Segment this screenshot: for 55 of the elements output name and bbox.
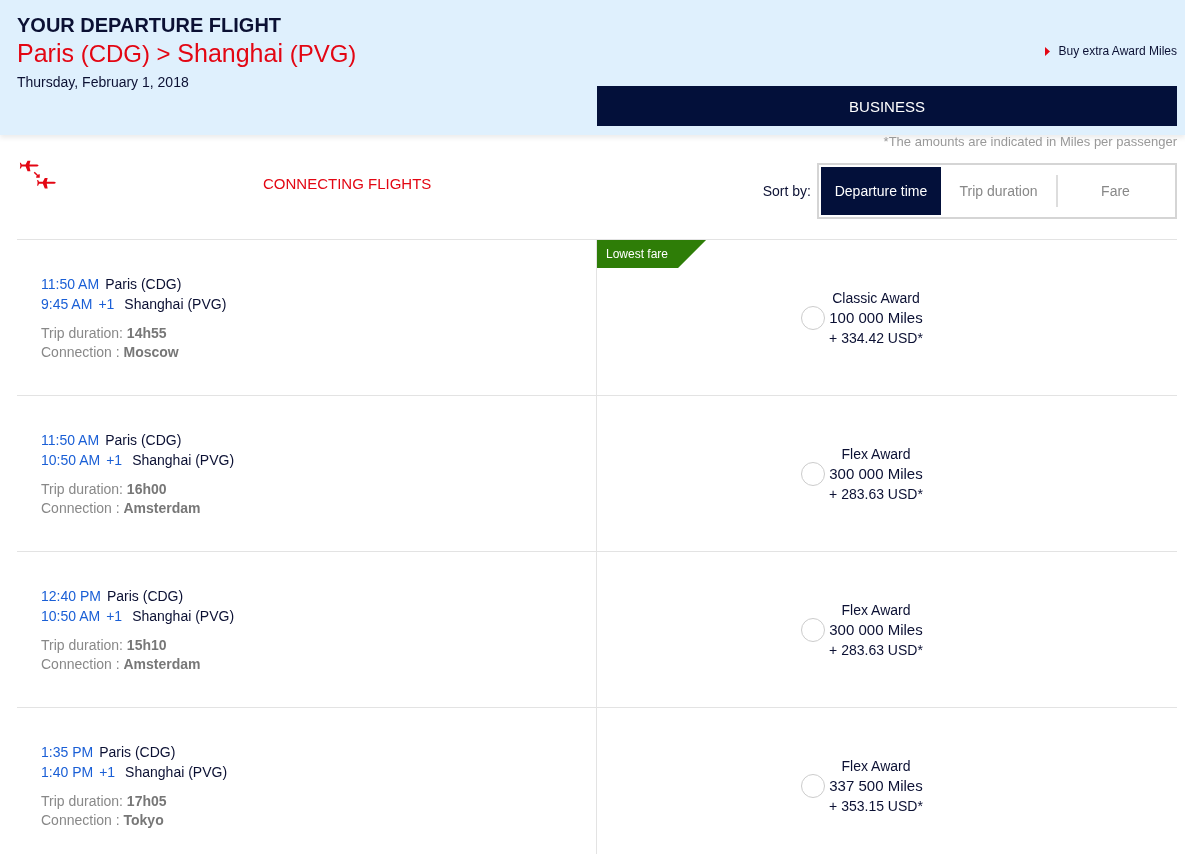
sort-tab[interactable]: Departure time [821,167,941,215]
departure-time: 12:40 PM [41,587,101,606]
fare-surcharge: + 283.63 USD* [829,640,923,660]
day-offset: +1 [106,451,123,470]
day-offset: +1 [106,607,123,626]
departure-time: 11:50 AM [41,275,100,294]
departure-time: 1:35 PM [41,743,94,762]
fare-surcharge: + 353.15 USD* [829,796,923,816]
trip-duration: Trip duration: 15h10 [41,636,168,655]
buy-miles-link[interactable]: Buy extra Award Miles [1044,44,1177,58]
trip-duration: Trip duration: 14h55 [41,324,168,343]
section-title: CONNECTING FLIGHTS [263,175,432,192]
page-title: YOUR DEPARTURE FLIGHT [17,14,283,37]
trip-duration: Trip duration: 17h05 [41,792,168,811]
fare-miles: 100 000 Miles [829,307,923,328]
arrival-airport: Shanghai (PVG) [124,295,227,314]
fare-miles: 337 500 Miles [829,775,923,796]
connection-city: Connection : Tokyo [41,811,165,830]
sort-label: Sort by: [762,183,811,199]
miles-note: *The amounts are indicated in Miles per passenger [882,135,1178,149]
departure-airport: Paris (CDG) [106,587,184,606]
departure-time: 11:50 AM [41,431,100,450]
fare-surcharge: + 283.63 USD* [829,484,923,504]
lowest-fare-badge: Lowest fare [597,240,707,268]
departure-airport: Paris (CDG) [105,431,182,450]
route-title: Paris (CDG) > Shanghai (PVG) [17,39,357,68]
arrival-airport: Shanghai (PVG) [132,451,235,470]
fare-miles: 300 000 Miles [829,463,923,484]
connection-city: Connection : Moscow [41,343,180,362]
day-offset: +1 [98,295,115,314]
connection-city: Connection : Amsterdam [41,499,202,518]
arrival-airport: Shanghai (PVG) [132,607,235,626]
fare-name: Flex Award [841,444,911,464]
fare-radio[interactable] [801,305,826,330]
connection-city: Connection : Amsterdam [41,655,202,674]
fare-name: Flex Award [841,756,911,776]
arrival-time: 10:50 AM [41,607,101,626]
arrival-time: 9:45 AM [41,295,93,314]
fare-name: Classic Award [832,288,920,308]
arrival-time: 1:40 PM [41,763,94,782]
fare-miles: 300 000 Miles [829,619,923,640]
fare-name: Flex Award [841,600,911,620]
cabin-header: BUSINESS [597,86,1177,126]
arrival-time: 10:50 AM [41,451,101,470]
trip-duration: Trip duration: 16h00 [41,480,168,499]
flight-date: Thursday, February 1, 2018 [17,74,190,90]
departure-airport: Paris (CDG) [99,743,176,762]
day-offset: +1 [99,763,116,782]
arrival-airport: Shanghai (PVG) [125,763,228,782]
caret-icon [1044,46,1050,56]
departure-airport: Paris (CDG) [105,275,182,294]
fare-radio[interactable] [801,773,826,798]
fare-radio[interactable] [801,617,826,642]
fare-radio[interactable] [801,461,826,486]
fare-surcharge: + 334.42 USD* [829,328,923,348]
